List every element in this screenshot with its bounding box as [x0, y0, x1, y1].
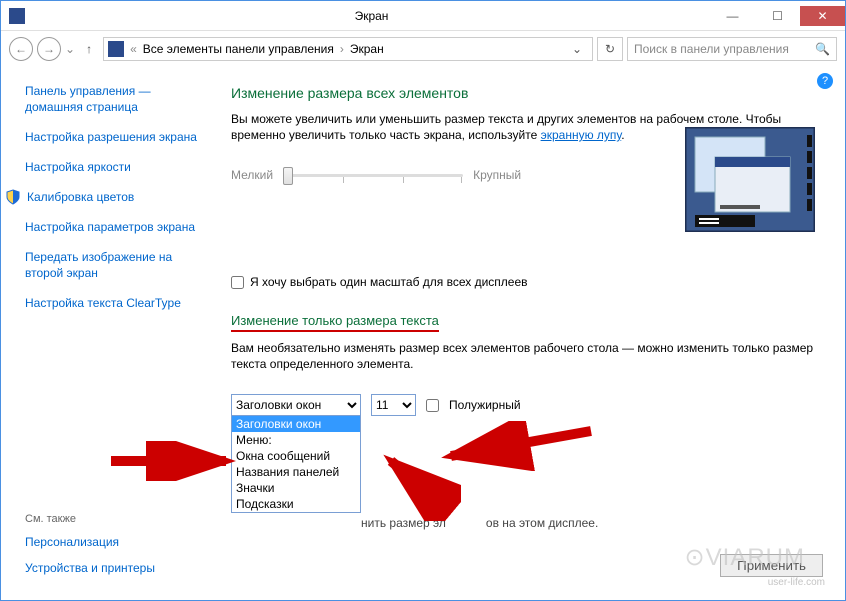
slider-label-large: Крупный — [473, 168, 521, 182]
watermark: ⊙VIARUM — [685, 543, 805, 572]
element-select[interactable]: Заголовки окон — [231, 394, 361, 416]
annotation-arrow — [111, 441, 241, 481]
sidebar-link-home[interactable]: Панель управления — домашняя страница — [25, 83, 205, 115]
titlebar: Экран — ☐ ✕ — [1, 1, 845, 31]
slider-label-small: Мелкий — [231, 168, 273, 182]
refresh-button[interactable]: ↻ — [597, 37, 623, 61]
forward-button[interactable]: → — [37, 37, 61, 61]
sidebar-link-devices[interactable]: Устройства и принтеры — [25, 561, 155, 575]
sidebar: Панель управления — домашняя страница На… — [1, 67, 211, 597]
minimize-button[interactable]: — — [710, 6, 755, 26]
sidebar-link-calibrate[interactable]: Калибровка цветов — [27, 189, 134, 205]
sidebar-link-resolution[interactable]: Настройка разрешения экрана — [25, 129, 205, 145]
breadcrumb-root[interactable]: Все элементы панели управления — [143, 42, 334, 56]
display-preview-image — [685, 127, 815, 232]
window-title: Экран — [33, 9, 710, 23]
desc-text: . — [621, 128, 624, 142]
back-button[interactable]: ← — [9, 37, 33, 61]
location-icon — [108, 41, 124, 57]
dropdown-option[interactable]: Значки — [232, 480, 360, 496]
see-also-heading: См. также — [25, 513, 155, 525]
slider-thumb[interactable] — [283, 167, 293, 185]
single-scale-label: Я хочу выбрать один масштаб для всех дис… — [250, 275, 528, 289]
text-size-controls: Заголовки окон 11 Полужирный Заголовки о… — [231, 394, 825, 416]
navbar: ← → ⌄ ↑ « Все элементы панели управления… — [1, 31, 845, 67]
bold-label: Полужирный — [449, 398, 521, 412]
font-size-select[interactable]: 11 — [371, 394, 416, 416]
description-2: Вам необязательно изменять размер всех э… — [231, 340, 825, 372]
search-placeholder: Поиск в панели управления — [634, 42, 789, 56]
breadcrumb-current[interactable]: Экран — [350, 42, 384, 56]
sidebar-link-cleartype[interactable]: Настройка текста ClearType — [25, 295, 205, 311]
address-dropdown-icon[interactable]: ⌄ — [566, 42, 588, 56]
bold-checkbox[interactable] — [426, 399, 439, 412]
single-scale-checkbox[interactable] — [231, 276, 244, 289]
dropdown-option[interactable]: Меню: — [232, 432, 360, 448]
watermark-url: user-life.com — [768, 577, 825, 588]
magnifier-link[interactable]: экранную лупу — [541, 128, 622, 142]
breadcrumb-sep: « — [130, 42, 137, 56]
dropdown-option[interactable]: Заголовки окон — [232, 416, 360, 432]
up-button[interactable]: ↑ — [79, 39, 99, 59]
search-input[interactable]: Поиск в панели управления 🔍 — [627, 37, 837, 61]
history-dropdown-icon[interactable]: ⌄ — [65, 42, 75, 56]
close-button[interactable]: ✕ — [800, 6, 845, 26]
dropdown-option[interactable]: Окна сообщений — [232, 448, 360, 464]
size-slider[interactable] — [283, 165, 463, 185]
sidebar-link-personalization[interactable]: Персонализация — [25, 535, 155, 549]
address-bar[interactable]: « Все элементы панели управления › Экран… — [103, 37, 593, 61]
sidebar-link-project[interactable]: Передать изображение на второй экран — [25, 249, 205, 281]
dropdown-option[interactable]: Названия панелей — [232, 464, 360, 480]
search-icon: 🔍 — [815, 42, 830, 56]
breadcrumb-sep: › — [340, 42, 344, 56]
dropdown-option[interactable]: Подсказки — [232, 496, 360, 512]
element-select-dropdown: Заголовки окон Меню: Окна сообщений Назв… — [231, 415, 361, 513]
main-panel: ? Изменение размера всех элементов Вы мо… — [211, 67, 845, 597]
annotation-arrow — [441, 421, 601, 471]
shield-icon — [5, 189, 21, 205]
sidebar-link-params[interactable]: Настройка параметров экрана — [25, 219, 205, 235]
window-icon — [9, 8, 25, 24]
heading-text-size: Изменение только размера текста — [231, 313, 439, 332]
maximize-button[interactable]: ☐ — [755, 6, 800, 26]
sidebar-link-brightness[interactable]: Настройка яркости — [25, 159, 205, 175]
help-icon[interactable]: ? — [817, 73, 833, 89]
heading-resize-all: Изменение размера всех элементов — [231, 85, 825, 101]
